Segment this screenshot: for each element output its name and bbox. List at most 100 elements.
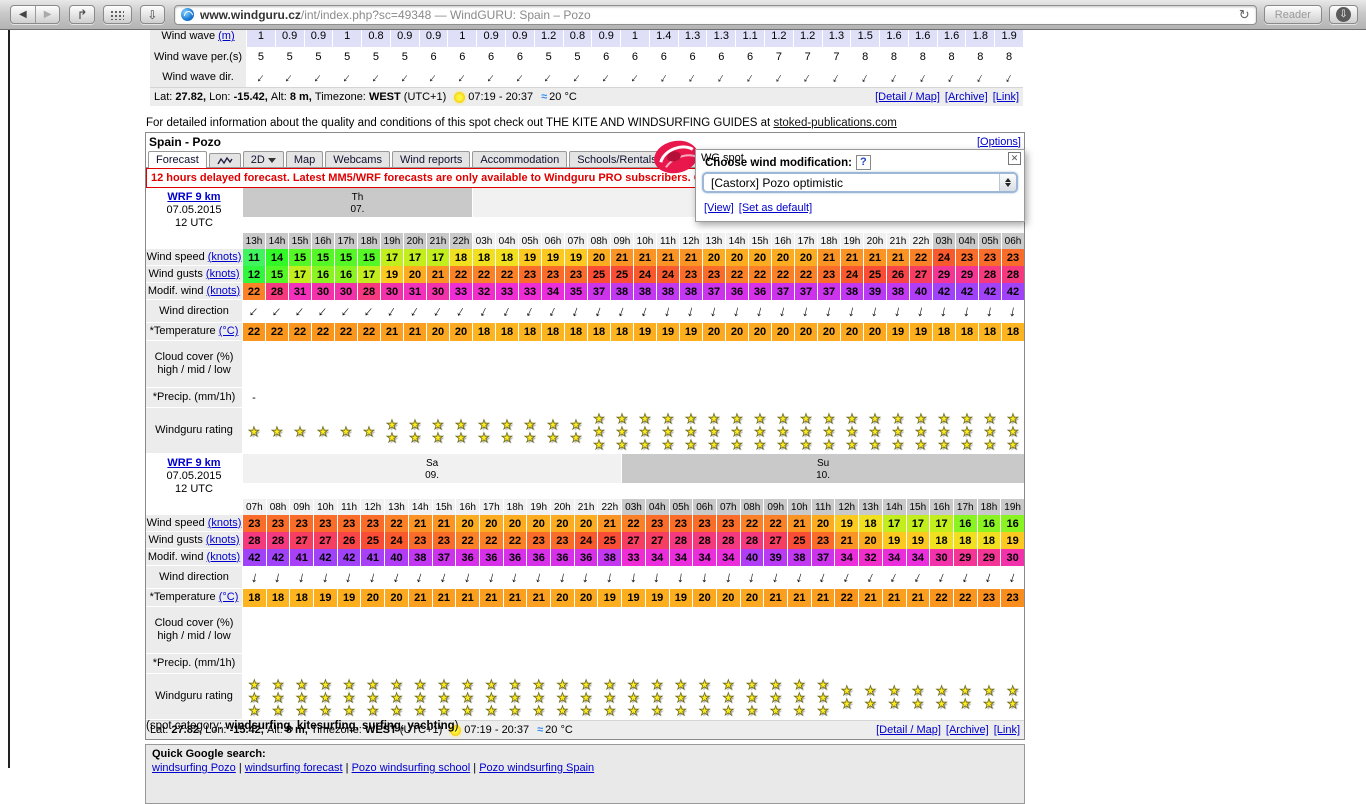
- geo-link[interactable]: [Detail / Map]: [875, 91, 940, 103]
- wave-unit-link[interactable]: (m): [218, 30, 235, 42]
- geo-link[interactable]: [Archive]: [945, 91, 988, 103]
- google-search-link[interactable]: Pozo windsurfing school: [352, 762, 471, 774]
- wave-direction-cell: ↓: [736, 67, 764, 87]
- wind-gusts-cell: 26: [338, 532, 361, 549]
- tab-graph[interactable]: [209, 153, 241, 167]
- google-search-link[interactable]: windsurfing forecast: [245, 762, 343, 774]
- wind-gusts-cell: 23: [519, 266, 541, 283]
- tab-accommodation[interactable]: Accommodation: [472, 151, 567, 167]
- forecast-row: Windguru rating★★★★★★★★★★★★★★★★★★★★★★★★★…: [146, 674, 1024, 720]
- downloads-tray-button[interactable]: ⇩: [140, 5, 165, 24]
- google-search-link[interactable]: windsurfing Pozo: [152, 762, 236, 774]
- rating-cell: ★★: [473, 408, 495, 454]
- model-link[interactable]: WRF 9 km: [167, 457, 220, 470]
- reader-button[interactable]: Reader: [1264, 5, 1322, 24]
- wind-direction-cell: ↓: [693, 566, 716, 589]
- tab-schools-rentals[interactable]: Schools/Rentals: [569, 151, 665, 167]
- unit-link[interactable]: (°C): [219, 325, 239, 337]
- close-icon[interactable]: ✕: [1008, 152, 1021, 165]
- tab-2d[interactable]: 2D: [243, 151, 284, 167]
- top-sites-button[interactable]: [103, 5, 132, 24]
- wind-direction-cell: ↓: [646, 566, 669, 589]
- address-bar[interactable]: www.windguru.cz/int/index.php?sc=49348 —…: [174, 5, 1257, 25]
- wind-direction-arrow-icon: ↓: [983, 570, 994, 585]
- tab-map[interactable]: Map: [286, 151, 323, 167]
- precip-cell: [930, 654, 953, 674]
- unit-link[interactable]: (°C): [219, 591, 239, 603]
- rating-cell: ★: [358, 408, 380, 454]
- tab-forecast[interactable]: Forecast: [148, 151, 207, 168]
- wave-period-cell: 5: [564, 47, 592, 67]
- star-icon: ★: [432, 431, 444, 444]
- tab-wind-reports[interactable]: Wind reports: [392, 151, 470, 167]
- wind-speed-cell: 20: [551, 515, 574, 532]
- wave-height-cell: 1.6: [909, 30, 937, 47]
- wind-speed-cell: 23: [290, 515, 313, 532]
- options-link[interactable]: [Options]: [977, 136, 1021, 148]
- precip-cell: [243, 654, 266, 674]
- modif-wind-cell: 37: [772, 283, 794, 300]
- geo-link[interactable]: [Archive]: [946, 724, 989, 736]
- star-icon: ★: [604, 704, 616, 717]
- row-cells: [243, 654, 1024, 674]
- set-default-link[interactable]: [Set as default]: [739, 202, 812, 214]
- star-icon: ★: [800, 412, 812, 425]
- unit-link[interactable]: (knots): [207, 285, 241, 297]
- wind-direction-arrow-icon: ↓: [709, 304, 720, 318]
- wind-speed-cell: 21: [887, 249, 909, 266]
- star-icon: ★: [639, 438, 651, 451]
- reload-icon[interactable]: ↻: [1239, 7, 1250, 23]
- unit-link[interactable]: (knots): [207, 551, 241, 563]
- geo-link[interactable]: [Link]: [994, 724, 1020, 736]
- hour-header-cell: 16h: [312, 233, 334, 249]
- wind-modification-select[interactable]: [Castorx] Pozo optimistic: [702, 172, 1018, 193]
- wave-height-cell: 1.9: [995, 30, 1023, 47]
- wave-direction-cell: ↓: [448, 67, 476, 87]
- view-link[interactable]: [View]: [704, 202, 734, 214]
- star-icon: ★: [317, 425, 329, 438]
- star-icon: ★: [593, 438, 605, 451]
- wind-direction-cell: ↓: [930, 566, 953, 589]
- google-search-link[interactable]: Pozo windsurfing Spain: [479, 762, 594, 774]
- stoked-publications-link[interactable]: stoked-publications.com: [773, 117, 896, 129]
- wind-direction-cell: ↓: [835, 566, 858, 589]
- back-button[interactable]: ◀: [11, 6, 35, 23]
- geo-link[interactable]: [Detail / Map]: [876, 724, 941, 736]
- star-icon: ★: [386, 431, 398, 444]
- modif-wind-cell: 38: [634, 283, 656, 300]
- modif-wind-cell: 34: [883, 549, 906, 566]
- unit-link[interactable]: (knots): [206, 534, 240, 546]
- geo-link[interactable]: [Link]: [993, 91, 1019, 103]
- wind-gusts-cell: 23: [680, 266, 702, 283]
- wind-direction-arrow-icon: ↓: [247, 304, 261, 319]
- star-icon: ★: [938, 425, 950, 438]
- modif-wind-cell: 31: [289, 283, 311, 300]
- temperature-cell: 18: [1002, 323, 1024, 341]
- model-link[interactable]: WRF 9 km: [167, 191, 220, 204]
- wave-direction-arrow-icon: ↓: [427, 70, 440, 84]
- hour-header-cell: 11h: [657, 233, 679, 249]
- unit-link[interactable]: (knots): [208, 251, 242, 263]
- wind-direction-cell: ↓: [427, 300, 449, 323]
- spot-title: Spain - Pozo: [149, 135, 221, 149]
- unit-link[interactable]: (knots): [208, 517, 242, 529]
- tab-webcams[interactable]: Webcams: [325, 151, 390, 167]
- download-button[interactable]: ⇩: [1329, 5, 1358, 24]
- precip-cell: [717, 654, 740, 674]
- modif-wind-cell: 37: [795, 283, 817, 300]
- wind-speed-cell: 23: [646, 515, 669, 532]
- temperature-cell: 19: [670, 589, 693, 607]
- row-cells: 1114151515151717171818181919192021212121…: [243, 249, 1024, 266]
- unit-link[interactable]: (knots): [206, 268, 240, 280]
- forward-button[interactable]: ▶: [35, 6, 60, 23]
- wind-direction-cell: ↓: [450, 300, 472, 323]
- quick-google-search-box: Quick Google search: windsurfing Pozo | …: [145, 744, 1025, 804]
- share-button[interactable]: ↱: [69, 5, 94, 24]
- wave-direction-cell: ↓: [909, 67, 937, 87]
- precip-cell: [693, 654, 716, 674]
- wave-direction-arrow-icon: ↓: [773, 70, 785, 84]
- hour-header-cell: 14h: [266, 233, 288, 249]
- modif-wind-cell: 31: [404, 283, 426, 300]
- help-button[interactable]: ?: [856, 155, 871, 170]
- wind-speed-cell: 20: [795, 249, 817, 266]
